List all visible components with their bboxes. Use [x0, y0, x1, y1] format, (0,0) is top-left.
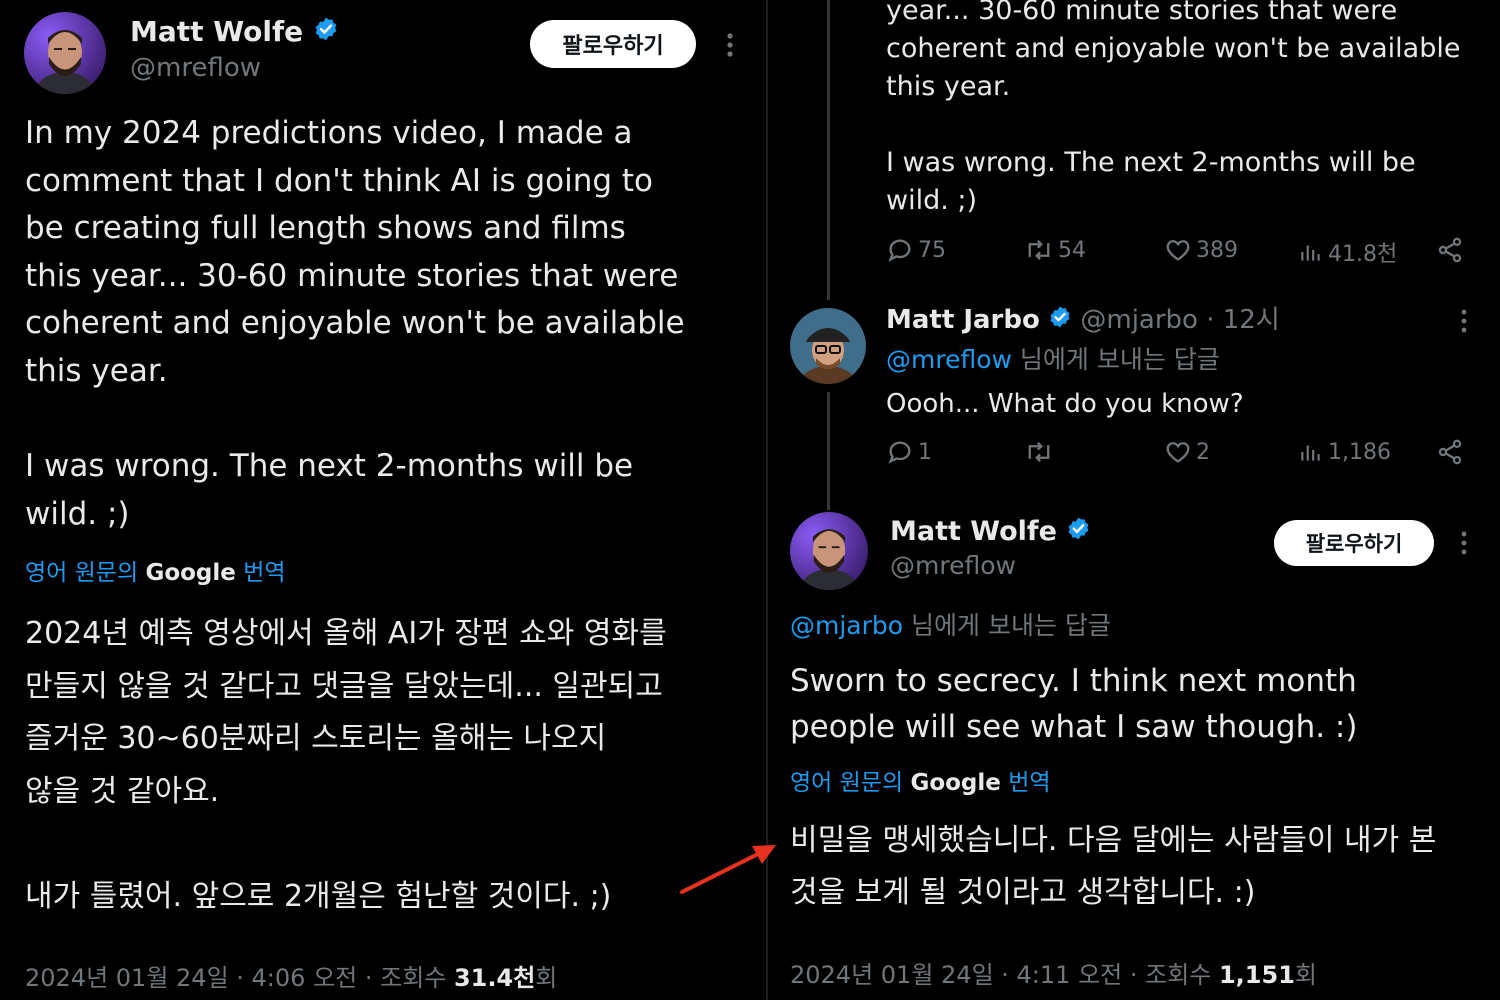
more-icon[interactable]	[1454, 306, 1474, 336]
like-button[interactable]: 2	[1164, 438, 1210, 466]
thread-line	[827, 392, 830, 510]
reply-author-avatar[interactable]	[790, 308, 866, 384]
reply-text: Oooh... What do you know?	[886, 389, 1244, 419]
focus-author-avatar[interactable]	[790, 512, 868, 590]
retweet-icon	[1028, 239, 1050, 261]
tweet-text: year... 30-60 minute stories that were c…	[886, 0, 1461, 216]
share-icon	[1438, 439, 1462, 465]
view-count: 1,151	[1218, 961, 1295, 989]
views-icon	[1301, 445, 1320, 461]
timestamp[interactable]: 2024년 01월 24일 · 4:06 오전 · 조회수	[25, 964, 454, 992]
reply-header: Matt Jarbo @mjarbo · 12시	[886, 302, 1280, 339]
follow-button[interactable]: 팔로우하기	[530, 20, 696, 68]
share-button[interactable]	[1436, 236, 1464, 264]
reply-actions: 1 2 1,186	[886, 438, 1476, 474]
views-icon	[1301, 245, 1320, 261]
focus-reply-to-line: @mjarbo 님에게 보내는 답글	[790, 611, 1111, 640]
like-icon	[1166, 442, 1190, 463]
retweet-button[interactable]	[1024, 438, 1058, 466]
focus-author-name[interactable]: Matt Wolfe	[890, 514, 1091, 551]
author-avatar[interactable]	[24, 12, 106, 94]
right-thread-panel: year... 30-60 minute stories that were c…	[768, 0, 1500, 1000]
verified-badge-icon	[313, 15, 339, 51]
share-button[interactable]	[1436, 438, 1464, 466]
like-icon	[1166, 240, 1190, 261]
tweet-actions: 75 54 389 41.8천	[886, 236, 1476, 272]
focus-translated-text: 비밀을 맹세했습니다. 다음 달에는 사람들이 내가 본 것을 보게 될 것이라…	[790, 823, 1437, 910]
focus-author-handle[interactable]: @mreflow	[890, 550, 1016, 582]
retweet-icon	[1028, 441, 1050, 463]
left-tweet-panel: Matt Wolfe @mreflow 팔로우하기 In my 2024 pre…	[0, 0, 766, 1000]
reply-author-name[interactable]: Matt Jarbo	[886, 305, 1040, 335]
timestamp[interactable]: 2024년 01월 24일 · 4:11 오전 · 조회수	[790, 961, 1219, 989]
follow-button[interactable]: 팔로우하기	[1274, 520, 1434, 566]
google-logo: Google	[910, 770, 1001, 796]
reply-to-line: @mreflow 님에게 보내는 답글	[886, 345, 1220, 374]
annotation-arrow	[680, 845, 776, 894]
views-button[interactable]: 1,186	[1298, 438, 1391, 466]
reply-to-handle[interactable]: @mjarbo	[790, 611, 903, 640]
author-name[interactable]: Matt Wolfe	[130, 14, 339, 51]
verified-badge-icon	[1048, 303, 1072, 339]
reply-button[interactable]: 1	[886, 438, 932, 466]
more-icon[interactable]	[1454, 528, 1474, 558]
reply-to-handle[interactable]: @mreflow	[886, 345, 1012, 374]
thread-line	[827, 0, 830, 300]
view-count: 31.4천	[453, 964, 536, 992]
tweet-text: In my 2024 predictions video, I made a c…	[25, 115, 685, 532]
tweet-meta: 2024년 01월 24일 · 4:06 오전 · 조회수 31.4천회	[25, 964, 558, 992]
translate-link[interactable]: 영어 원문의 Google 번역	[25, 555, 286, 591]
views-button[interactable]: 41.8천	[1298, 236, 1397, 268]
translated-text: 2024년 예측 영상에서 올해 AI가 장편 쇼와 영화를 만들지 않을 것 …	[25, 616, 667, 914]
author-handle[interactable]: @mreflow	[130, 52, 261, 84]
reply-author-handle-time[interactable]: @mjarbo · 12시	[1080, 305, 1279, 335]
verified-badge-icon	[1066, 515, 1091, 551]
retweet-button[interactable]: 54	[1024, 236, 1086, 264]
google-logo: Google	[145, 560, 236, 586]
reply-icon	[888, 239, 911, 262]
reply-icon	[888, 441, 911, 464]
focus-tweet-text: Sworn to secrecy. I think next month peo…	[790, 663, 1358, 745]
translate-link[interactable]: 영어 원문의 Google 번역	[790, 765, 1051, 801]
focus-tweet-meta: 2024년 01월 24일 · 4:11 오전 · 조회수 1,151회	[790, 961, 1317, 989]
share-icon	[1438, 237, 1462, 263]
more-icon[interactable]	[720, 28, 740, 62]
reply-button[interactable]: 75	[886, 236, 946, 264]
like-button[interactable]: 389	[1164, 236, 1238, 264]
